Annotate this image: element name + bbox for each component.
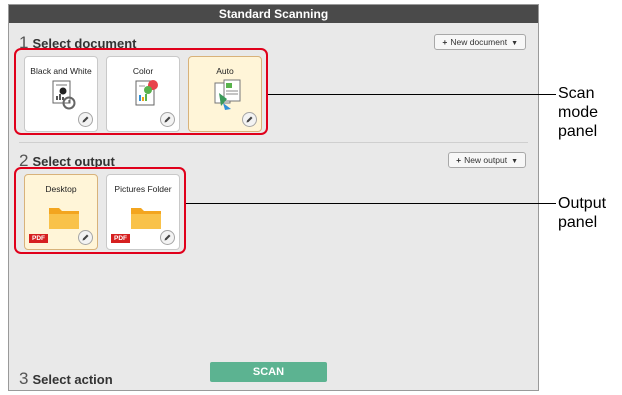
scan-mode-callout-line <box>268 94 556 95</box>
output-callout-line <box>186 203 556 204</box>
callout-line-3: panel <box>558 123 598 140</box>
new-output-label: New output <box>464 155 508 165</box>
output-panel-highlight <box>14 167 186 254</box>
caret-down-icon: ▼ <box>511 40 518 47</box>
output-panel-callout: Output panel <box>558 194 606 232</box>
scan-mode-panel-highlight <box>14 48 268 135</box>
section-divider <box>19 142 528 143</box>
new-document-button[interactable]: + New document ▼ <box>434 34 526 50</box>
scan-mode-panel-callout: Scan mode panel <box>558 84 598 141</box>
callout-line-1: Output <box>558 195 607 212</box>
callout-line-2: mode <box>558 104 599 121</box>
window-title: Standard Scanning <box>9 5 538 23</box>
caret-down-icon: ▼ <box>511 158 518 165</box>
callout-line-1: Scan <box>558 85 595 102</box>
callout-line-2: panel <box>558 214 598 231</box>
section-label: Select action <box>32 372 113 387</box>
new-output-button[interactable]: + New output ▼ <box>448 152 526 168</box>
select-action-heading: 3 Select action <box>19 369 113 389</box>
section-number: 3 <box>19 369 29 388</box>
plus-icon: + <box>442 37 448 47</box>
plus-icon: + <box>456 155 462 165</box>
scan-button[interactable]: SCAN <box>210 362 327 382</box>
new-document-label: New document <box>450 37 508 47</box>
